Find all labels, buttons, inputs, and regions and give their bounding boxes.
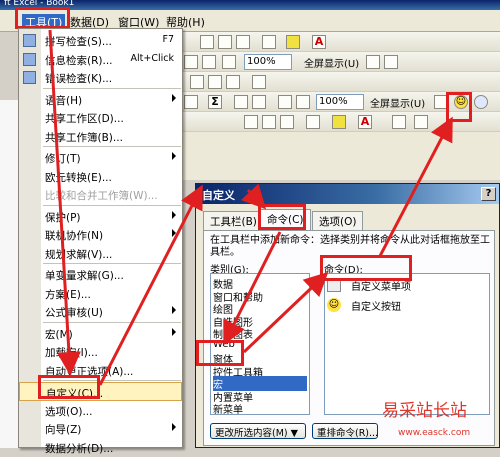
arrow-customize-to-dialog — [98, 184, 203, 386]
arrow-button-to-toolbar — [378, 116, 453, 257]
watermark-url: www.easck.com — [398, 428, 471, 438]
annotation-arrows — [48, 29, 453, 386]
arrow-to-commands-tab — [240, 183, 267, 210]
arrow-tools-to-customize — [48, 29, 81, 376]
arrow-macro-to-button — [242, 271, 329, 354]
watermark-text: 易采站长站 — [382, 401, 467, 421]
